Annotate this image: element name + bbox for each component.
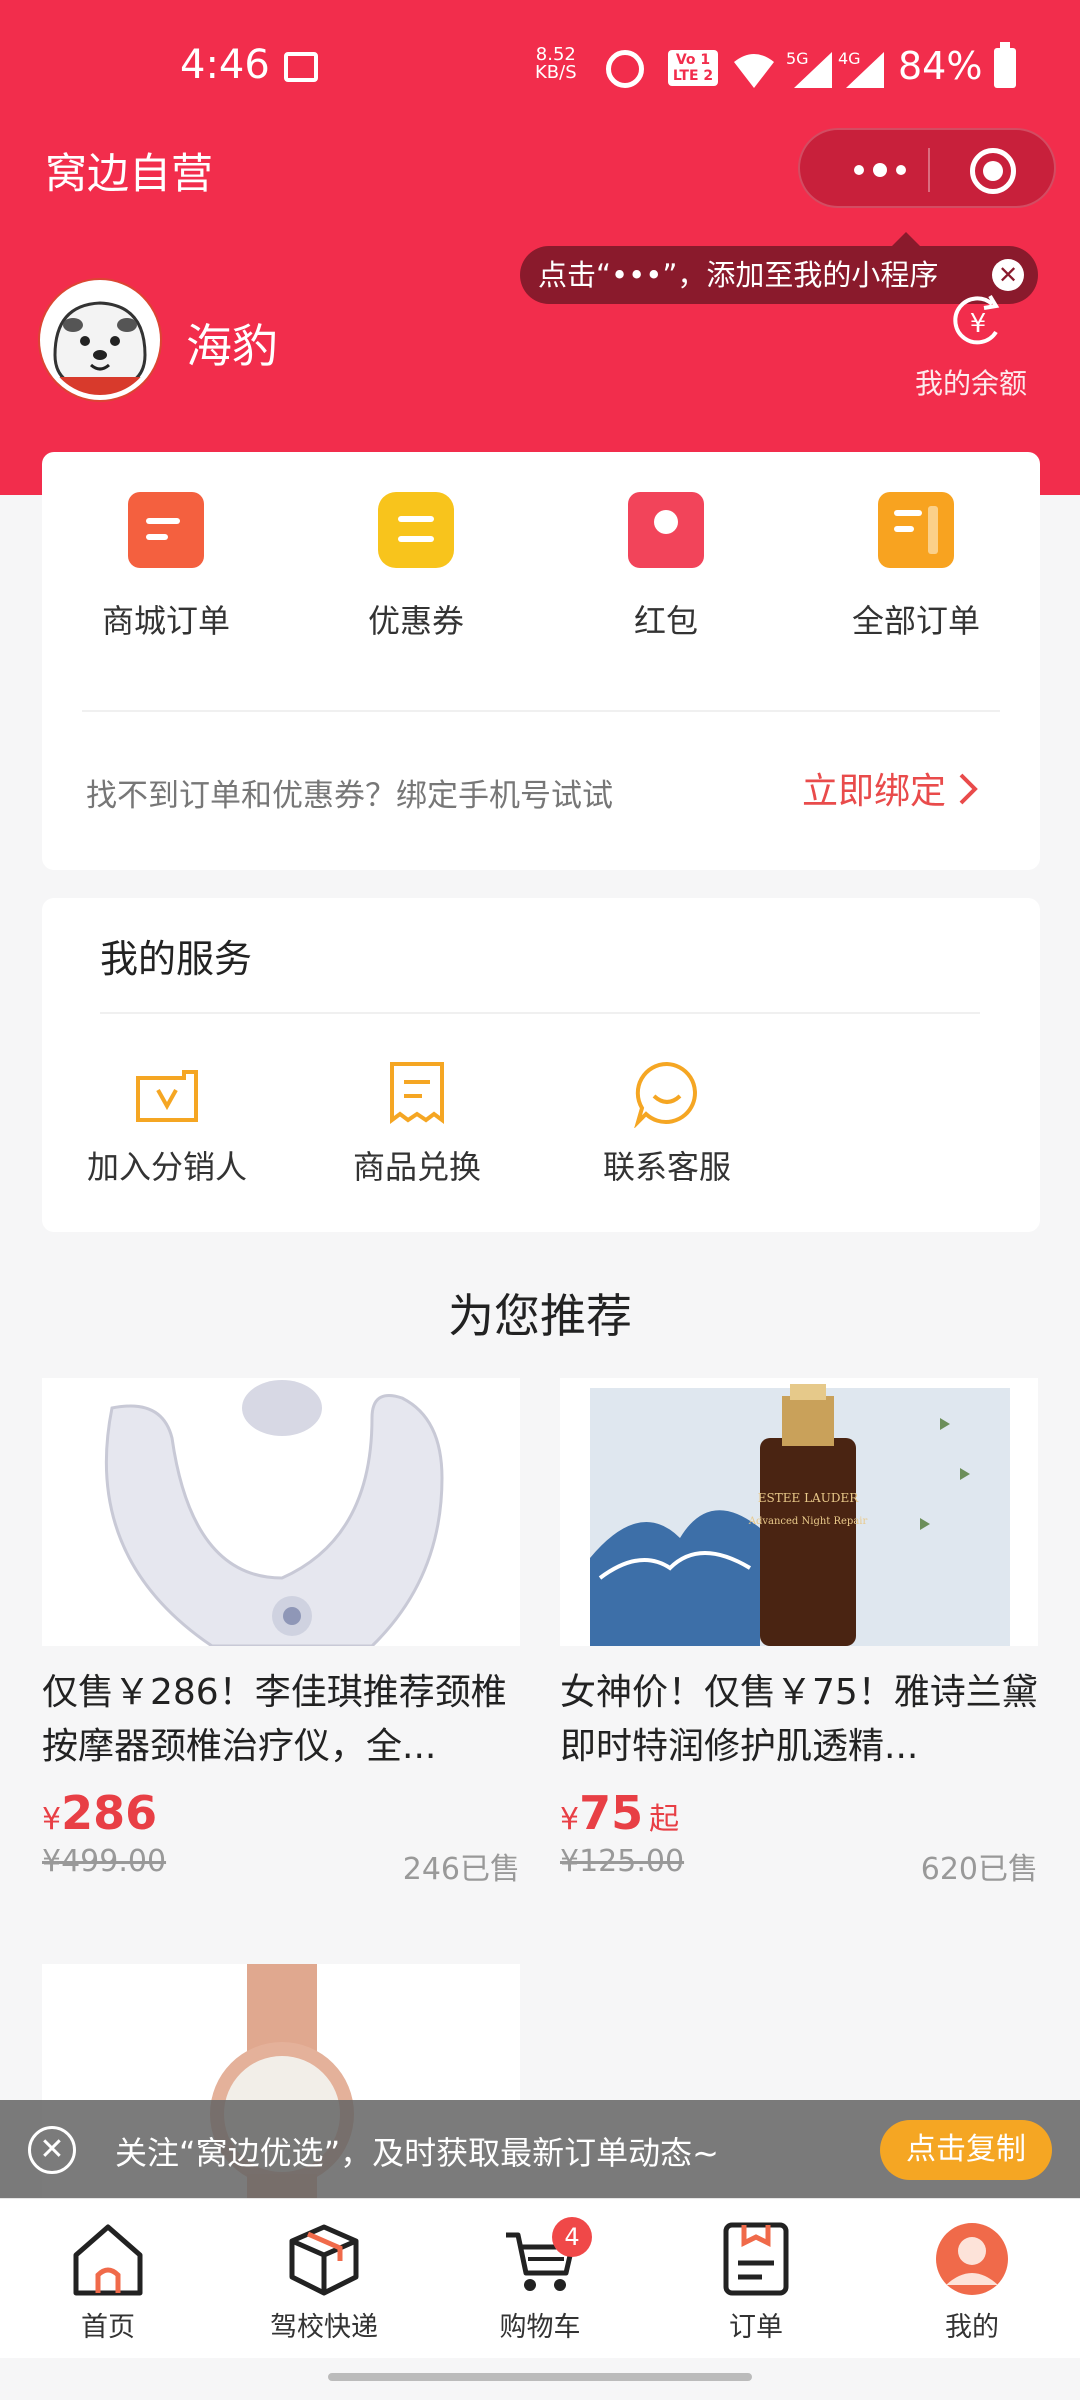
chevron-right-icon: [960, 773, 979, 805]
package-icon: [234, 2221, 414, 2297]
tip-close-icon[interactable]: ✕: [992, 259, 1024, 291]
product-original-price: ¥499.00: [42, 1844, 167, 1879]
svg-text:ESTEE LAUDER: ESTEE LAUDER: [758, 1491, 859, 1505]
bottom-tab-bar: 首页 驾校快递 4 购物车 订单 我的: [0, 2198, 1080, 2358]
image-notification-icon: [284, 52, 318, 82]
copy-button[interactable]: 点击复制: [880, 2120, 1052, 2180]
tab-me[interactable]: 我的: [882, 2221, 1062, 2344]
signal-5g-icon: 5G: [786, 49, 832, 88]
services-card: 我的服务 加入分销人 商品兑换 联系客服: [42, 898, 1040, 1232]
status-bar: 4:46 8.52 KB/S Vo 1 LTE 2 5G 4G 84%: [0, 0, 1080, 130]
coupon-icon: [378, 492, 454, 568]
miniprogram-capsule: [798, 128, 1056, 208]
svg-text:5G: 5G: [786, 49, 809, 68]
exchange-icon: [292, 1058, 542, 1128]
svg-text:Advanced Night Repair: Advanced Night Repair: [748, 1516, 868, 1527]
order-item-coupon[interactable]: 优惠券: [316, 492, 516, 642]
follow-text: 关注“窝边优选”，及时获取最新订单动态~: [115, 2134, 719, 2172]
product-price: ¥75 起: [560, 1786, 680, 1840]
recommend-title: 为您推荐: [448, 1289, 632, 1343]
signal-4g-icon: 4G: [838, 49, 884, 88]
all-orders-icon: [878, 492, 954, 568]
seal-avatar-image: [45, 285, 155, 395]
balance-icon[interactable]: ¥: [948, 292, 1008, 352]
product-image-neck-massager: [42, 1378, 520, 1646]
orders-divider: [82, 710, 1000, 712]
order-list-icon: [666, 2221, 846, 2297]
svg-text:¥: ¥: [970, 309, 987, 339]
services-divider: [100, 1012, 980, 1014]
bind-phone-tip: 找不到订单和优惠券？绑定手机号试试: [86, 778, 613, 814]
tab-home[interactable]: 首页: [18, 2221, 198, 2344]
app-title: 窝边自营: [45, 149, 214, 198]
balance-label[interactable]: 我的余额: [915, 362, 1027, 402]
orders-icon: [128, 492, 204, 568]
product-name: 仅售￥286！李佳琪推荐颈椎按摩器颈椎治疗仪，全...: [42, 1672, 507, 1767]
battery-icon: [994, 42, 1016, 88]
order-item-red-packet[interactable]: 红包: [566, 492, 766, 642]
customer-service-icon: [542, 1058, 792, 1129]
service-customer-service[interactable]: 联系客服: [542, 1058, 792, 1188]
service-exchange[interactable]: 商品兑换: [292, 1058, 542, 1188]
order-item-all[interactable]: 全部订单: [816, 492, 1016, 642]
product-sold-count: 620已售: [920, 1852, 1038, 1887]
close-miniprogram-button[interactable]: [970, 148, 1016, 194]
volte-icon: Vo 1 LTE 2: [668, 50, 718, 86]
services-title: 我的服务: [100, 937, 253, 981]
more-menu-button[interactable]: [830, 130, 930, 210]
banner-close-icon[interactable]: ✕: [28, 2126, 76, 2174]
cart-badge: 4: [552, 2217, 592, 2257]
network-speed: 8.52 KB/S: [535, 44, 577, 83]
follow-banner: ✕ 关注“窝边优选”，及时获取最新订单动态~ 点击复制: [0, 2100, 1080, 2198]
red-packet-icon: [628, 492, 704, 568]
svg-text:4G: 4G: [838, 49, 861, 68]
product-name: 女神价！仅售￥75！雅诗兰黛即时特润修护肌透精...: [560, 1672, 1038, 1767]
product-sold-count: 246已售: [402, 1852, 520, 1887]
alarm-icon: [606, 50, 644, 88]
avatar[interactable]: [40, 280, 160, 400]
orders-card: 商城订单 优惠券 红包 全部订单 找不到订单和优惠券？绑定手机号试试 立即绑定: [42, 452, 1040, 870]
nickname: 海豹: [186, 319, 278, 373]
home-indicator[interactable]: [328, 2373, 752, 2381]
bind-now-button[interactable]: 立即绑定: [802, 762, 981, 814]
status-time: 4:46: [180, 42, 270, 88]
product-card[interactable]: ESTEE LAUDER Advanced Night Repair 女神价！仅…: [560, 1378, 1038, 1887]
distributor-icon: [42, 1058, 292, 1128]
order-item-mall[interactable]: 商城订单: [66, 492, 266, 642]
tab-driving-school-express[interactable]: 驾校快递: [234, 2221, 414, 2344]
capsule-divider: [928, 148, 930, 192]
product-image-serum: ESTEE LAUDER Advanced Night Repair: [560, 1378, 1038, 1646]
home-icon: [18, 2221, 198, 2297]
battery-percent: 84%: [898, 44, 983, 88]
wifi-icon: [734, 54, 774, 88]
product-original-price: ¥125.00: [560, 1844, 685, 1879]
cart-icon: 4: [450, 2217, 630, 2297]
tip-text: 点击“•••”，添加至我的小程序: [538, 258, 939, 292]
product-price: ¥286: [42, 1786, 158, 1840]
service-distributor[interactable]: 加入分销人: [42, 1058, 292, 1188]
product-card[interactable]: 仅售￥286！李佳琪推荐颈椎按摩器颈椎治疗仪，全... ¥286 ¥499.00…: [42, 1378, 520, 1887]
tab-cart[interactable]: 4 购物车: [450, 2217, 630, 2344]
profile-icon: [882, 2221, 1062, 2297]
tab-orders[interactable]: 订单: [666, 2221, 846, 2344]
